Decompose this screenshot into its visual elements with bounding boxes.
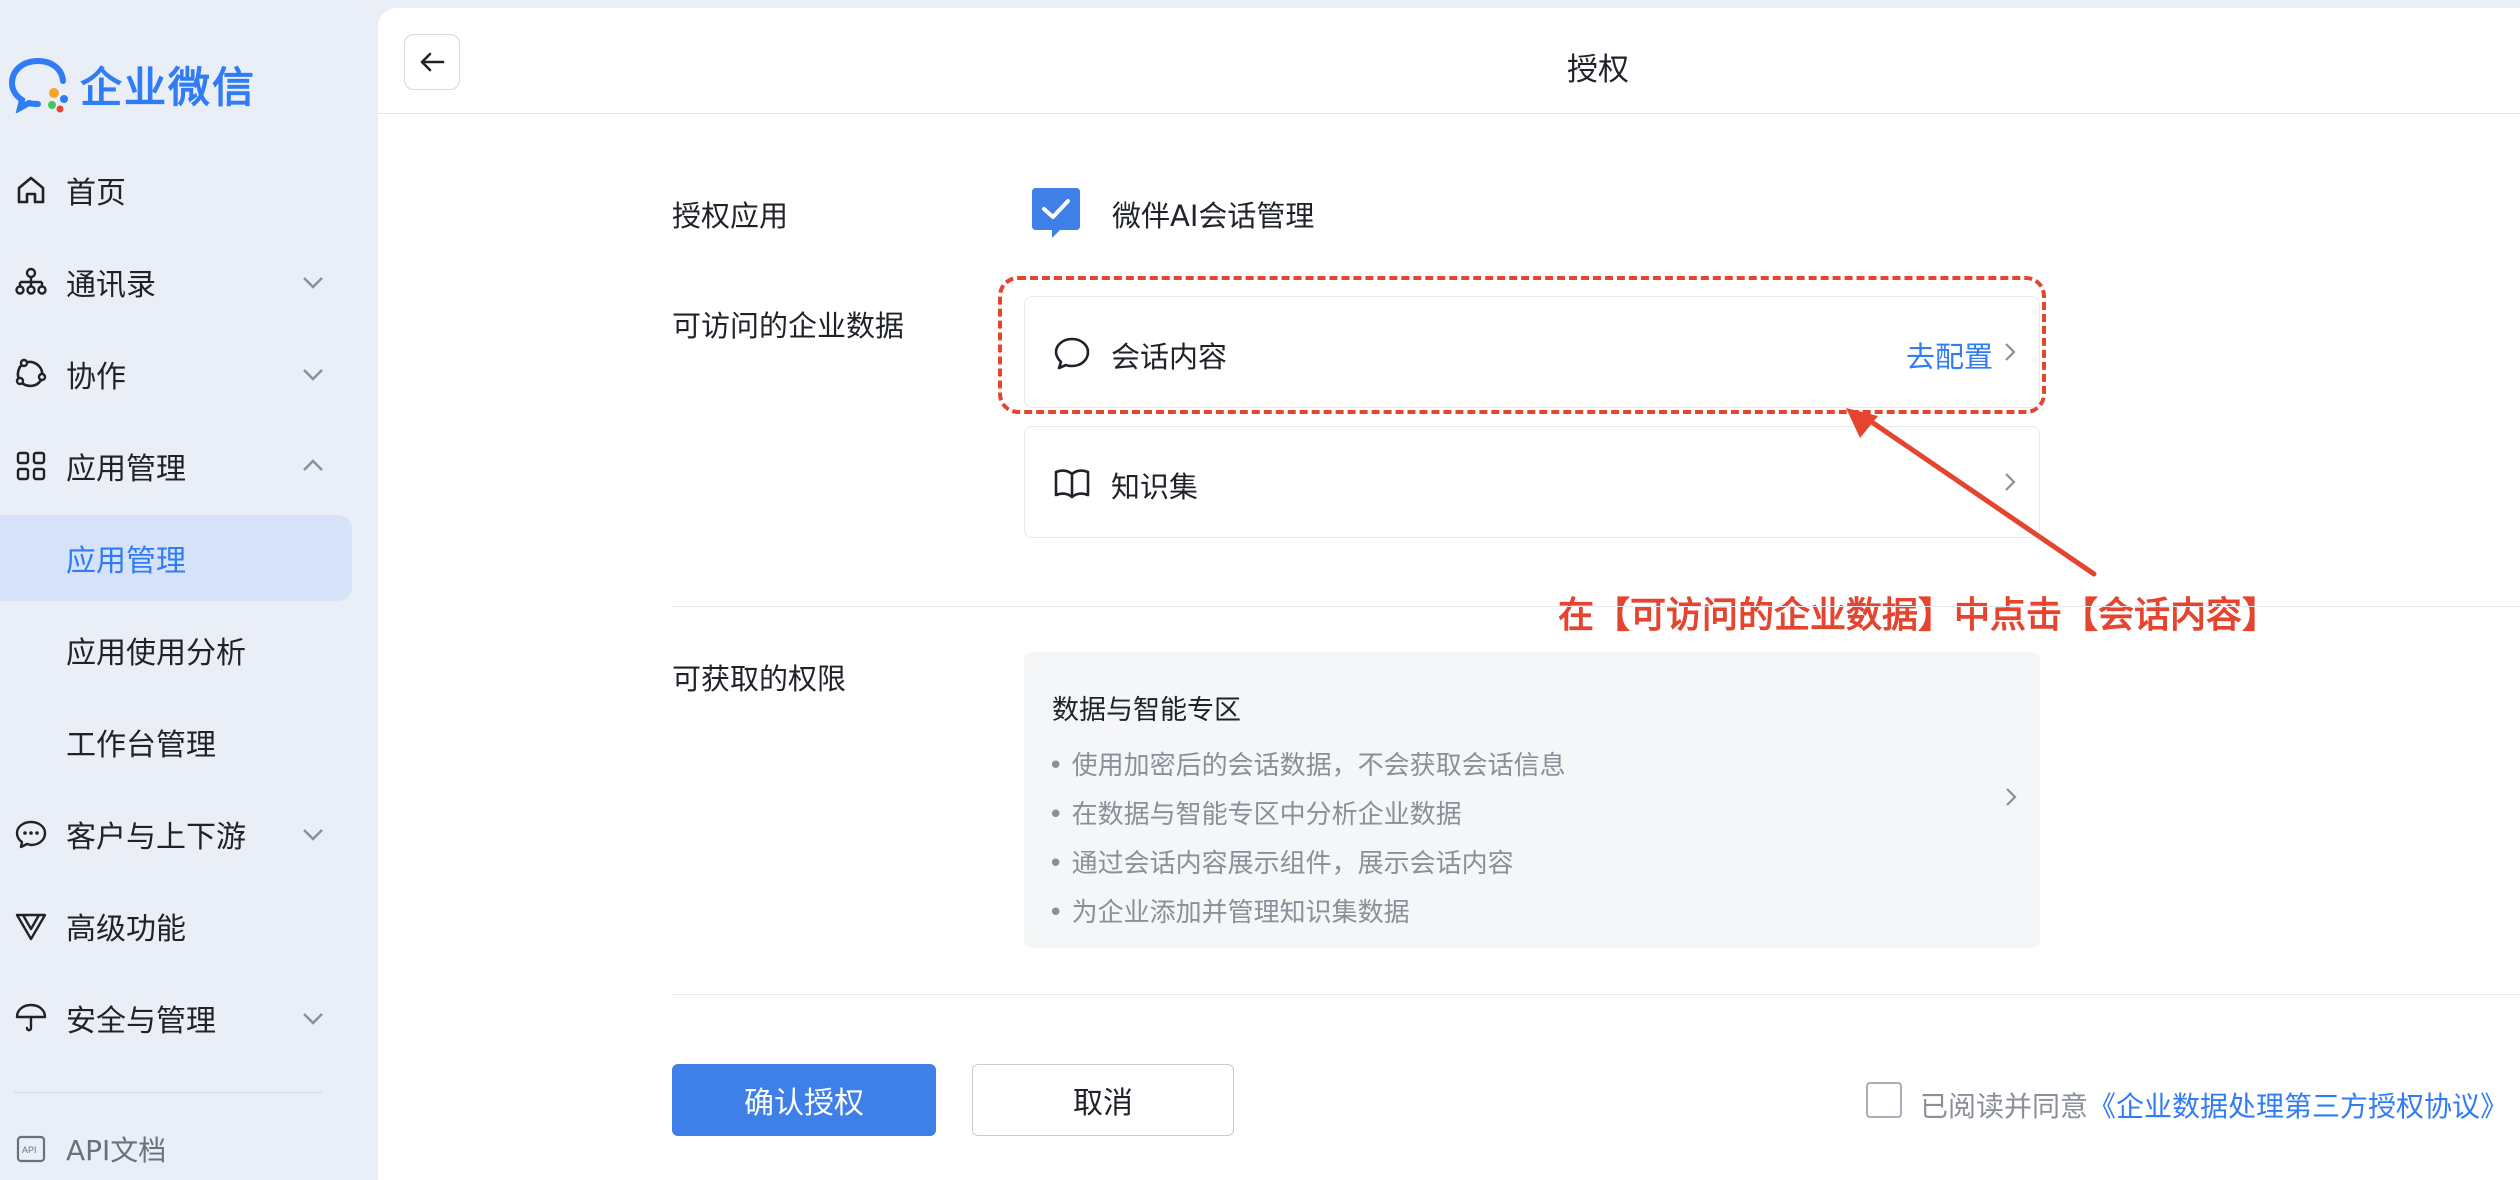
main-panel: 授权 授权应用 微伴AI会话管理 可访问的企业数据 会话内容 去配置 知识集 在…: [378, 8, 2520, 1180]
sidebar-item-label: 应用管理: [66, 544, 186, 579]
sidebar-item-label: 安全与管理: [66, 1004, 216, 1039]
chevron-down-icon: [303, 369, 323, 381]
top-bar: 授权: [378, 8, 2520, 114]
permissions-title: 数据与智能专区: [1052, 695, 1241, 726]
agree-prefix: 已阅读并同意: [1920, 1090, 2089, 1123]
sidebar-item-customers[interactable]: 客户与上下游: [0, 791, 352, 877]
app-name: 微伴AI会话管理: [1112, 199, 1315, 233]
umbrella-icon: [15, 1003, 47, 1032]
annotation-text: 在【可访问的企业数据】中点击【会话内容】: [1558, 595, 2279, 636]
sidebar-item-label: 应用管理: [66, 452, 186, 487]
sidebar-subitem-app-management[interactable]: 应用管理: [0, 515, 352, 601]
chat-bubble-icon: [15, 820, 47, 849]
auth-app-label: 授权应用: [672, 199, 789, 233]
data-item-label: 知识集: [1111, 470, 1199, 504]
sidebar-item-label: 通讯录: [66, 268, 156, 303]
sidebar-item-security[interactable]: 安全与管理: [0, 975, 352, 1061]
permissions-card[interactable]: 数据与智能专区 • 使用加密后的会话数据，不会获取会话信息 • 在数据与智能专区…: [1024, 652, 2040, 948]
annotation-highlight-box: [998, 276, 2046, 414]
permissions-label: 可获取的权限: [672, 662, 847, 696]
sidebar-item-label: 高级功能: [66, 912, 186, 947]
agreement-link[interactable]: 《企业数据处理第三方授权协议》: [2088, 1090, 2508, 1123]
chevron-right-icon: [2006, 788, 2017, 806]
chevron-up-icon: [303, 459, 323, 471]
section-divider: [672, 606, 2520, 607]
svg-text:API: API: [22, 1145, 37, 1155]
permission-line: • 通过会话内容展示组件，展示会话内容: [1048, 849, 1514, 879]
agree-text: 已阅读并同意《企业数据处理第三方授权协议》: [1920, 1085, 2508, 1125]
sidebar-divider: [14, 1092, 322, 1093]
sidebar-subitem-workbench[interactable]: 工作台管理: [0, 699, 352, 785]
sidebar-item-label: 客户与上下游: [66, 820, 246, 855]
brand-name: 企业微信: [80, 62, 257, 112]
permission-line: • 为企业添加并管理知识集数据: [1048, 898, 1410, 928]
permission-line: • 在数据与智能专区中分析企业数据: [1048, 800, 1462, 830]
api-doc-icon: API: [16, 1135, 46, 1163]
sidebar-item-advanced[interactable]: 高级功能: [0, 883, 352, 969]
sidebar-item-home[interactable]: 首页: [0, 147, 352, 233]
permission-line: • 使用加密后的会话数据，不会获取会话信息: [1048, 751, 1566, 781]
sidebar-item-api-doc[interactable]: API API文档: [0, 1104, 352, 1180]
confirm-auth-button[interactable]: 确认授权: [672, 1064, 936, 1136]
sidebar-item-contacts[interactable]: 通讯录: [0, 239, 352, 325]
wecom-logo-icon: [8, 58, 68, 113]
sidebar-subitem-app-usage-analysis[interactable]: 应用使用分析: [0, 607, 352, 693]
grid-apps-icon: [16, 451, 46, 481]
advanced-icon: [15, 913, 47, 941]
annotation-arrow-icon: [1846, 408, 2097, 577]
cancel-button[interactable]: 取消: [972, 1064, 1234, 1136]
collaboration-icon: [15, 358, 47, 388]
org-chart-icon: [15, 267, 47, 295]
chevron-down-icon: [303, 829, 323, 841]
app-checked-icon[interactable]: [1030, 188, 1082, 238]
chevron-down-icon: [303, 1013, 323, 1025]
api-doc-label: API文档: [66, 1134, 167, 1167]
sidebar-item-label: 首页: [66, 176, 126, 211]
data-access-label: 可访问的企业数据: [672, 309, 905, 343]
book-icon: [1054, 469, 1090, 499]
sidebar-item-app-management[interactable]: 应用管理: [0, 423, 352, 509]
sidebar-item-collaboration[interactable]: 协作: [0, 331, 352, 417]
sidebar: 企业微信 首页 通讯录 协作 应用管理 应用管理 应用使用分析 工作台管理 客户…: [0, 0, 378, 1180]
chevron-down-icon: [303, 277, 323, 289]
section-divider: [672, 994, 2520, 995]
page-title: 授权: [1567, 52, 1629, 88]
sidebar-item-label: 工作台管理: [66, 728, 216, 763]
sidebar-item-label: 协作: [66, 360, 126, 395]
home-icon: [17, 176, 45, 204]
sidebar-item-label: 应用使用分析: [66, 636, 246, 671]
brand-logo[interactable]: 企业微信: [8, 52, 256, 116]
agree-checkbox[interactable]: [1866, 1082, 1902, 1118]
